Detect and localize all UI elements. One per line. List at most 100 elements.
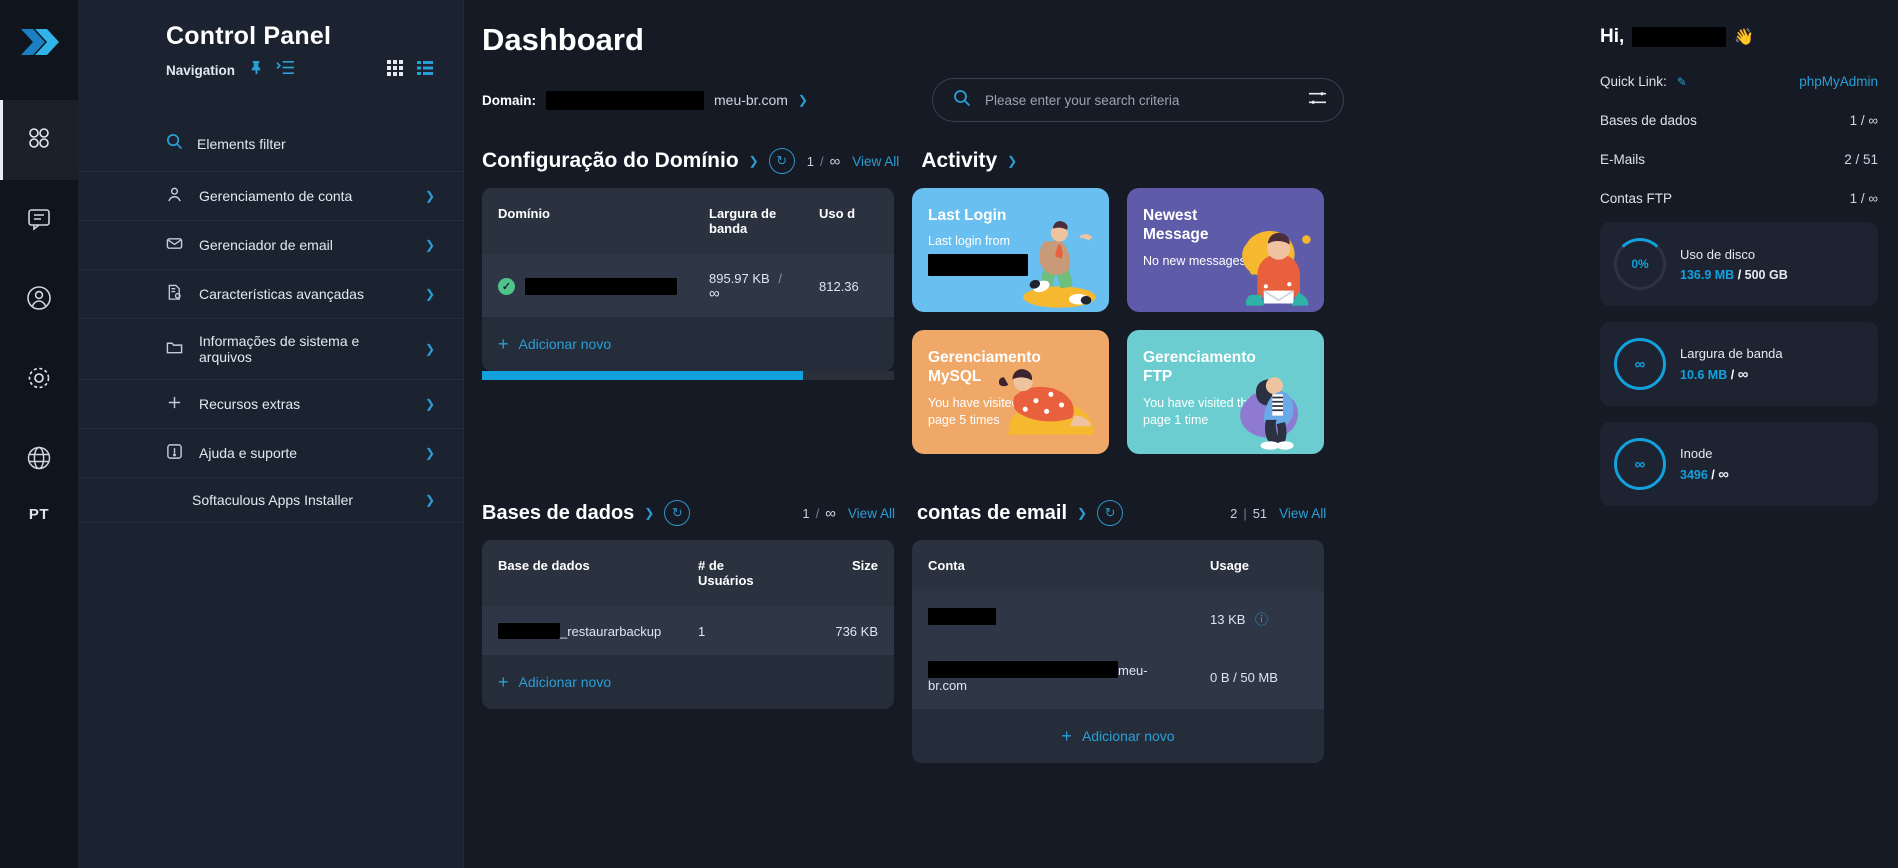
- col-usage: Uso d: [803, 188, 894, 255]
- chevron-down-icon: ❯: [424, 446, 435, 460]
- email-table: Conta Usage 13 KB ⓘ meu-br.com 0 B / 50 …: [912, 540, 1324, 709]
- activity-tile-last-login[interactable]: Last Login Last login from: [912, 188, 1109, 312]
- domain-counter: 1 / ∞: [807, 154, 841, 169]
- rail-item-messages[interactable]: [0, 180, 78, 260]
- chevron-down-icon[interactable]: ❯: [749, 154, 759, 168]
- col-usage: Usage: [1194, 540, 1324, 592]
- domain-selector[interactable]: Domain: meu-br.com ❯: [482, 90, 922, 110]
- chevron-down-icon[interactable]: ❯: [1077, 506, 1087, 520]
- sliders-icon[interactable]: [1308, 90, 1327, 111]
- meter-info: Inode 3496 / ∞: [1680, 446, 1729, 482]
- pencil-icon[interactable]: ✎: [1677, 75, 1687, 89]
- meter-label: Inode: [1680, 446, 1713, 461]
- inode-ring-label: ∞: [1634, 455, 1646, 473]
- sidebar-item-help[interactable]: Ajuda e suporte ❯: [78, 429, 463, 478]
- meter-label: Uso de disco: [1680, 246, 1756, 262]
- stat-row-ftp: Contas FTP 1 / ∞: [1600, 191, 1878, 206]
- databases-counter: 1 / ∞: [802, 506, 836, 521]
- table-row[interactable]: ✓ 895.97 KB / ∞ 812.36: [482, 254, 894, 317]
- apps-grid-icon: [26, 125, 52, 156]
- activity-tile-mysql[interactable]: Gerenciamento MySQL You have visited thi…: [912, 330, 1109, 454]
- domain-suffix: meu-br.com: [714, 92, 788, 108]
- col-users: # de Usuários: [682, 540, 792, 607]
- sidebar-item-label: Gerenciador de email: [199, 237, 333, 253]
- rail-item-settings[interactable]: [0, 340, 78, 420]
- rail-language-label[interactable]: PT: [29, 506, 49, 523]
- chevron-down-icon[interactable]: ❯: [644, 506, 654, 520]
- sidebar-item-label: Informações de sistema e arquivos: [199, 333, 360, 365]
- domain-add-new-button[interactable]: + Adicionar novo: [482, 317, 894, 371]
- counter-separator: /: [819, 153, 824, 169]
- chevron-down-icon[interactable]: ❯: [1007, 154, 1017, 168]
- navigation-label: Navigation: [166, 62, 236, 78]
- search-icon: [166, 133, 183, 155]
- email-view-all-link[interactable]: View All: [1279, 506, 1326, 521]
- info-icon[interactable]: ⓘ: [1255, 612, 1268, 627]
- cell-usage: 13 KB ⓘ: [1194, 591, 1324, 645]
- sidebar-item-email[interactable]: Gerenciador de email ❯: [78, 221, 463, 270]
- sidebar-item-label: Softaculous Apps Installer: [192, 492, 354, 508]
- rail-item-apps[interactable]: [0, 100, 78, 180]
- email-section-header: contas de email ❯ ↻: [917, 500, 1124, 526]
- email-usage-value: 13 KB: [1210, 611, 1246, 627]
- list-collapse-icon[interactable]: [276, 59, 295, 81]
- domain-progress-track: [482, 371, 894, 380]
- cell-domain: ✓: [482, 254, 693, 317]
- databases-add-new-button[interactable]: + Adicionar novo: [482, 655, 894, 709]
- elements-filter-item[interactable]: Elements filter: [78, 117, 463, 172]
- meter-total: 500 GB: [1744, 267, 1788, 282]
- domain-panel: Domínio Largura de banda Uso d ✓ 895.97 …: [482, 188, 894, 371]
- table-row[interactable]: 13 KB ⓘ: [912, 591, 1324, 645]
- sidebar-item-account[interactable]: Gerenciamento de conta ❯: [78, 172, 463, 221]
- activity-tile-ftp[interactable]: Gerenciamento FTP You have visited this …: [1127, 330, 1324, 454]
- activity-tile-newest-message[interactable]: Newest Message No new messages: [1127, 188, 1324, 312]
- table-row[interactable]: meu-br.com 0 B / 50 MB: [912, 644, 1324, 709]
- user-icon: [166, 186, 183, 206]
- chevron-down-icon: ❯: [424, 238, 435, 252]
- pin-icon[interactable]: [249, 60, 264, 80]
- databases-section-title: Bases de dados: [482, 501, 635, 524]
- page-title: Dashboard: [482, 22, 644, 57]
- sidebar-item-extras[interactable]: Recursos extras ❯: [78, 380, 463, 429]
- username-redacted-block: [1632, 27, 1727, 47]
- sidebar-item-label: Características avançadas: [199, 286, 364, 302]
- meter-card-bandwidth[interactable]: ∞ Largura de banda 10.6 MB / ∞: [1600, 322, 1878, 406]
- rail-item-language[interactable]: [0, 420, 78, 500]
- disk-usage-ring: 0%: [1614, 238, 1666, 290]
- bandwidth-ring-label: ∞: [1634, 355, 1646, 373]
- cell-size: 736 KB: [792, 606, 894, 655]
- meter-used: 136.9 MB: [1680, 267, 1735, 282]
- quick-link-value[interactable]: phpMyAdmin: [1799, 74, 1878, 89]
- sidebar-item-system-files[interactable]: Informações de sistema e arquivos ❯: [78, 319, 463, 380]
- databases-refresh-button[interactable]: ↻: [664, 500, 691, 526]
- chat-icon: [26, 205, 52, 236]
- add-new-label: Adicionar novo: [518, 674, 612, 690]
- bandwidth-total: ∞: [709, 285, 720, 302]
- domain-view-all-link[interactable]: View All: [852, 154, 899, 169]
- email-add-new-button[interactable]: + Adicionar novo: [912, 709, 1324, 763]
- sidebar-item-advanced[interactable]: Características avançadas ❯: [78, 270, 463, 319]
- chevron-down-icon: ❯: [424, 189, 435, 203]
- table-row[interactable]: _restaurarbackup 1 736 KB: [482, 606, 894, 655]
- rail-item-account[interactable]: [0, 260, 78, 340]
- table-header-row: Conta Usage: [912, 540, 1324, 592]
- sidebar-item-softaculous[interactable]: Softaculous Apps Installer ❯: [78, 478, 463, 523]
- databases-section-header: Bases de dados ❯ ↻: [482, 500, 691, 526]
- grid-view-icon[interactable]: [387, 59, 403, 81]
- search-bar[interactable]: [932, 78, 1344, 122]
- domain-refresh-button[interactable]: ↻: [768, 148, 795, 174]
- search-input[interactable]: [985, 92, 1294, 108]
- table-header-row: Domínio Largura de banda Uso d: [482, 188, 894, 255]
- activity-tiles-grid: Last Login Last login from Newest Messag…: [912, 188, 1324, 454]
- domain-redacted-block: [546, 90, 704, 110]
- meter-card-inode[interactable]: ∞ Inode 3496 / ∞: [1600, 422, 1878, 506]
- chevron-down-icon: ❯: [424, 493, 435, 507]
- list-view-icon[interactable]: [417, 60, 433, 81]
- sidebar-item-label: Gerenciamento de conta: [199, 188, 353, 204]
- plus-icon: +: [1061, 726, 1072, 746]
- elements-filter-label: Elements filter: [197, 136, 286, 152]
- databases-view-all-link[interactable]: View All: [848, 506, 895, 521]
- meter-card-disk[interactable]: 0% Uso de disco 136.9 MB / 500 GB: [1600, 222, 1878, 306]
- email-refresh-button[interactable]: ↻: [1097, 500, 1124, 526]
- chevrons-right-logo[interactable]: [15, 14, 63, 70]
